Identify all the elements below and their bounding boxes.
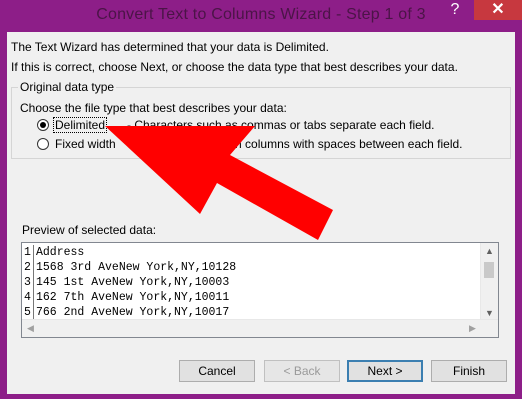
preview-row-number: 2 [24, 260, 34, 275]
scroll-right-icon[interactable]: ▶ [464, 320, 481, 337]
preview-lines: 1 Address 2 1568 3rd AveNew York,NY,10128 … [24, 245, 484, 321]
radio-fixed-width[interactable]: Fixed width - Fields are aligned in colu… [37, 137, 497, 154]
radio-button-fixed-width[interactable] [37, 138, 49, 150]
preview-row-number: 5 [24, 305, 34, 320]
back-button[interactable]: < Back [264, 360, 340, 382]
radio-delimited[interactable]: Delimited - Characters such as commas or… [37, 117, 497, 135]
dialog-body: The Text Wizard has determined that your… [7, 32, 515, 394]
preview-row-number: 4 [24, 290, 34, 305]
scrollbar-corner [481, 320, 498, 337]
preview-row-text: 145 1st AveNew York,NY,10003 [36, 276, 230, 289]
finish-button[interactable]: Finish [431, 360, 507, 382]
radio-label-delimited[interactable]: Delimited [52, 117, 108, 133]
cancel-button[interactable]: Cancel [179, 360, 255, 382]
preview-row-text: 1568 3rd AveNew York,NY,10128 [36, 261, 237, 274]
radio-desc-delimited: - Characters such as commas or tabs sepa… [127, 118, 435, 132]
preview-row-text: 766 2nd AveNew York,NY,10017 [36, 306, 230, 319]
radio-desc-fixed-width: - Fields are aligned in columns with spa… [127, 137, 463, 151]
next-button[interactable]: Next > [347, 360, 423, 382]
preview-row-text: Address [36, 246, 85, 259]
file-type-prompt: Choose the file type that best describes… [20, 101, 287, 115]
radio-button-delimited[interactable] [37, 119, 49, 131]
preview-row-number: 3 [24, 275, 34, 290]
preview-row: 4 162 7th AveNew York,NY,10011 [24, 290, 484, 305]
preview-label: Preview of selected data: [22, 223, 157, 237]
scroll-left-icon[interactable]: ◀ [22, 320, 39, 337]
intro-text-instructions: If this is correct, choose Next, or choo… [11, 60, 458, 74]
preview-row: 5 766 2nd AveNew York,NY,10017 [24, 305, 484, 320]
data-preview[interactable]: 1 Address 2 1568 3rd AveNew York,NY,10128 … [21, 242, 499, 338]
preview-row: 2 1568 3rd AveNew York,NY,10128 [24, 260, 484, 275]
help-icon[interactable]: ? [444, 0, 466, 20]
original-data-type-group: Original data type Choose the file type … [11, 80, 511, 159]
preview-row-text: 162 7th AveNew York,NY,10011 [36, 291, 230, 304]
wizard-window: Convert Text to Columns Wizard - Step 1 … [0, 0, 522, 399]
vertical-scroll-thumb[interactable] [484, 262, 494, 278]
preview-row: 1 Address [24, 245, 484, 260]
close-icon[interactable]: ✕ [474, 0, 522, 20]
preview-row-number: 1 [24, 245, 34, 260]
vertical-scrollbar[interactable]: ▲ ▼ [480, 243, 498, 321]
horizontal-scrollbar[interactable]: ◀ ▶ [22, 319, 498, 337]
scroll-up-icon[interactable]: ▲ [481, 243, 498, 259]
group-legend: Original data type [18, 80, 117, 94]
radio-label-fixed-width[interactable]: Fixed width [55, 137, 116, 151]
title-bar[interactable]: Convert Text to Columns Wizard - Step 1 … [0, 0, 522, 32]
preview-row: 3 145 1st AveNew York,NY,10003 [24, 275, 484, 290]
intro-text-delimited: The Text Wizard has determined that your… [11, 40, 329, 54]
